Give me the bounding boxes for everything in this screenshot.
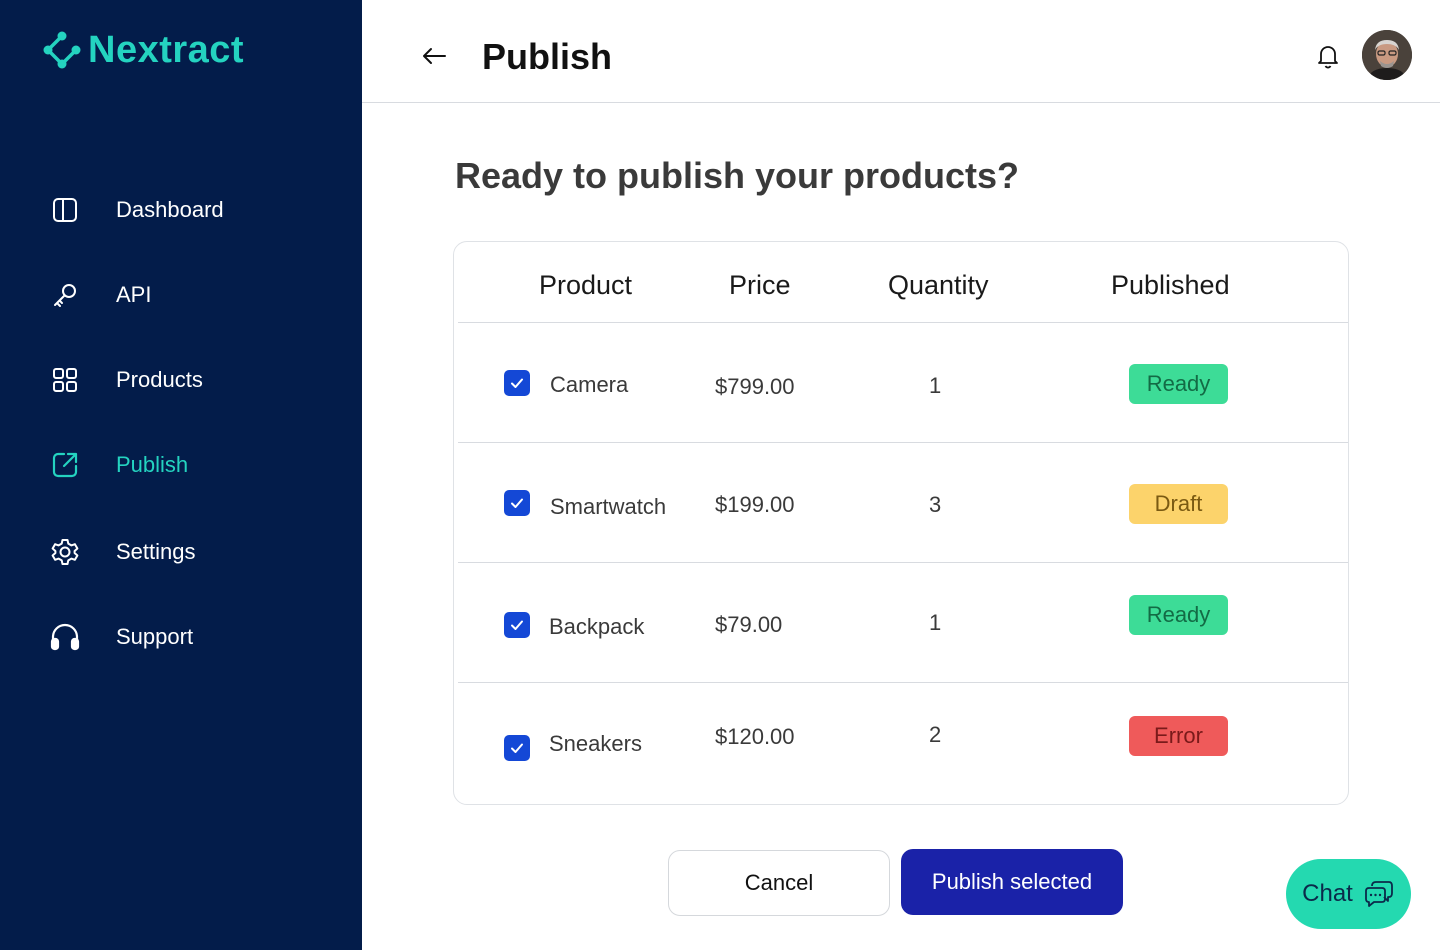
column-header-price: Price [729,270,791,300]
check-icon [511,498,523,508]
product-quantity: 1 [929,373,942,398]
sidebar-item-publish[interactable]: Publish [48,445,188,485]
status-badge: Ready [1129,595,1228,635]
column-header-product: Product [539,270,633,300]
bell-icon [1318,46,1338,69]
row-checkbox[interactable] [504,370,530,396]
product-name: Backpack [549,614,645,639]
check-icon [511,743,523,753]
chat-label: Chat [1302,880,1353,907]
table-row[interactable]: Smartwatch $199.00 3 Draft [458,443,1348,563]
publish-selected-button[interactable]: Publish selected [901,849,1123,915]
table-row[interactable]: Camera $799.00 1 Ready [458,323,1348,443]
product-name: Camera [550,372,629,397]
product-price: $199.00 [715,492,795,517]
status-badge: Error [1129,716,1228,756]
product-quantity: 2 [929,722,942,747]
external-link-icon [48,448,82,482]
product-price: $79.00 [715,612,783,637]
cancel-button[interactable]: Cancel [668,850,890,916]
notifications-button[interactable] [1310,38,1346,74]
status-badge: Ready [1129,364,1228,404]
arrow-left-icon [423,48,446,64]
table-row[interactable]: Backpack $79.00 1 Ready [458,563,1348,683]
brand-logo[interactable]: Nextract [42,30,244,70]
logo-mark-icon [43,31,81,69]
sidebar-item-api[interactable]: API [48,275,151,315]
avatar-image [1362,30,1412,80]
product-name: Smartwatch [550,494,667,519]
check-icon [511,378,523,388]
section-heading: Ready to publish your products? [455,155,1020,196]
dashboard-icon [48,193,82,227]
sidebar-item-label: Settings [116,539,196,564]
brand-name: Nextract [88,29,245,71]
key-icon [48,278,82,312]
product-quantity: 3 [929,492,942,517]
product-name: Sneakers [549,731,642,756]
sidebar-item-settings[interactable]: Settings [48,532,196,572]
sidebar-item-dashboard[interactable]: Dashboard [48,190,224,230]
chat-button[interactable]: Chat [1286,859,1411,929]
grid-icon [48,363,82,397]
row-checkbox[interactable] [504,612,530,638]
sidebar-item-label: Support [116,624,194,649]
gear-icon [48,535,82,569]
sidebar-item-label: Products [116,367,203,392]
column-header-quantity: Quantity [888,270,989,300]
row-checkbox[interactable] [504,735,530,761]
back-button[interactable] [414,36,454,76]
top-bar: Publish [362,0,1440,103]
sidebar-item-label: Dashboard [116,197,224,222]
page-title: Publish [482,36,613,77]
headphones-icon [48,620,82,654]
product-price: $120.00 [715,724,795,749]
column-header-published: Published [1111,270,1230,300]
sidebar: Nextract Dashboard API Products Publish … [0,0,362,950]
avatar[interactable] [1362,30,1412,80]
sidebar-item-products[interactable]: Products [48,360,203,400]
check-icon [511,620,523,630]
status-badge: Draft [1129,484,1228,524]
sidebar-item-label: API [116,282,152,307]
row-checkbox[interactable] [504,490,530,516]
sidebar-item-label: Publish [116,452,189,477]
chat-icon [1364,881,1393,907]
sidebar-item-support[interactable]: Support [48,617,193,657]
table-row[interactable]: Sneakers $120.00 2 Error [458,683,1348,803]
product-price: $799.00 [715,374,795,399]
products-table: Product Price Quantity Published Camera … [453,241,1349,805]
product-quantity: 1 [929,610,942,635]
